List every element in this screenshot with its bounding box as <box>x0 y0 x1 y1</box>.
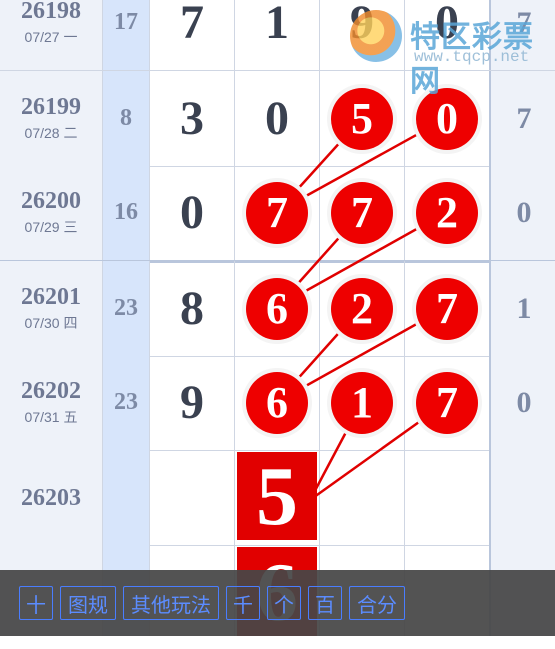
table-row: 26200 07/29 三 16 0 7 7 2 0 <box>0 165 555 263</box>
table-row: 26202 07/31 五 23 9 6 1 7 0 <box>0 355 555 451</box>
period-cell: 26198 07/27 一 <box>0 0 103 70</box>
highlighted-square: 5 <box>237 450 317 543</box>
digit-cell: 2 <box>320 261 405 356</box>
last-cell: 1 <box>489 261 555 356</box>
period-date: 07/28 二 <box>24 124 78 141</box>
digit-cell: 7 <box>320 165 405 260</box>
period-date: 07/27 一 <box>24 28 78 45</box>
sum-cell: 23 <box>103 355 150 450</box>
digit-cell <box>405 450 489 545</box>
digit-cell: 7 <box>405 261 489 356</box>
sum-cell: 17 <box>103 0 150 70</box>
sum-cell: 23 <box>103 261 150 356</box>
bottom-toolbar: 十 图规 其他玩法 千 个 百 合分 <box>0 570 555 636</box>
sum-cell: 8 <box>103 71 150 166</box>
sum-split-button[interactable]: 合分 <box>349 586 405 620</box>
highlighted-ball: 5 <box>331 87 393 150</box>
digit-cell: 9 <box>150 355 235 450</box>
period-cell: 26202 07/31 五 <box>0 355 103 450</box>
digit-cell: 6 <box>235 355 320 450</box>
ten-button[interactable]: 十 <box>19 586 53 620</box>
highlighted-ball: 1 <box>331 371 393 434</box>
last-cell <box>489 450 555 545</box>
unit-button[interactable]: 个 <box>267 586 301 620</box>
sum-cell: 16 <box>103 165 150 260</box>
site-watermark: 特区彩票网 www.tqcp.net <box>350 8 550 99</box>
last-cell: 0 <box>489 355 555 450</box>
digit-cell: 7 <box>235 165 320 260</box>
bottom-strip <box>0 636 555 649</box>
highlighted-ball: 2 <box>416 181 478 244</box>
digit-cell <box>320 450 405 545</box>
period-number: 26198 <box>21 0 81 24</box>
digit-cell: 6 <box>235 261 320 356</box>
watermark-url: www.tqcp.net <box>414 48 530 66</box>
other-play-button[interactable]: 其他玩法 <box>123 586 219 620</box>
digit-cell: 2 <box>405 165 489 260</box>
highlighted-ball: 7 <box>416 371 478 434</box>
period-date: 07/29 三 <box>24 218 78 235</box>
period-cell: 26200 07/29 三 <box>0 165 103 260</box>
highlighted-ball: 6 <box>246 277 308 340</box>
digit-cell: 7 <box>150 0 235 70</box>
digit-cell: 0 <box>150 165 235 260</box>
period-cell: 26199 07/28 二 <box>0 71 103 166</box>
period-number: 26203 <box>21 484 81 511</box>
period-date: 07/30 四 <box>24 314 78 331</box>
period-number: 26202 <box>21 377 81 404</box>
period-cell: 26203 <box>0 450 103 545</box>
digit-cell: 0 <box>235 71 320 166</box>
hundred-button[interactable]: 百 <box>308 586 342 620</box>
digit-cell: 5 <box>320 71 405 166</box>
thousand-button[interactable]: 千 <box>226 586 260 620</box>
period-cell: 26201 07/30 四 <box>0 261 103 356</box>
sum-cell <box>103 450 150 545</box>
highlighted-ball: 7 <box>331 181 393 244</box>
digit-cell: 1 <box>235 0 320 70</box>
digit-cell: 8 <box>150 261 235 356</box>
highlighted-ball: 2 <box>331 277 393 340</box>
chart-rule-button[interactable]: 图规 <box>60 586 116 620</box>
last-cell: 0 <box>489 165 555 260</box>
period-date: 07/31 五 <box>24 408 78 425</box>
digit-cell: 3 <box>150 71 235 166</box>
highlighted-ball: 7 <box>246 181 308 244</box>
period-number: 26201 <box>21 283 81 310</box>
digit-cell <box>150 450 235 545</box>
highlighted-ball: 6 <box>246 371 308 434</box>
period-number: 26199 <box>21 93 81 120</box>
digit-cell: 1 <box>320 355 405 450</box>
highlighted-ball: 7 <box>416 277 478 340</box>
period-number: 26200 <box>21 187 81 214</box>
digit-cell: 7 <box>405 355 489 450</box>
site-logo-icon <box>350 10 402 62</box>
table-row: 26201 07/30 四 23 8 6 2 7 1 <box>0 261 555 357</box>
